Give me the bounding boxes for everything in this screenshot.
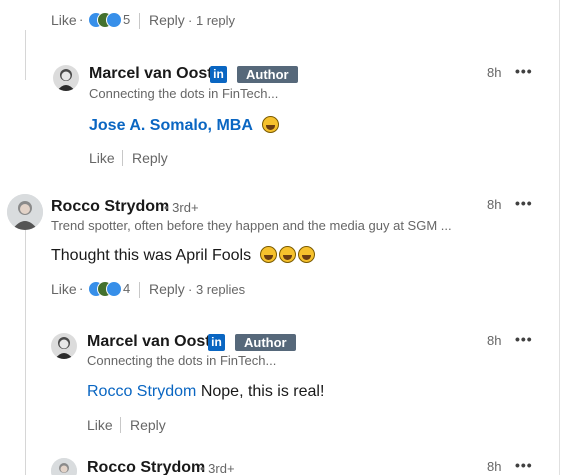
- like-button[interactable]: Like: [89, 150, 115, 166]
- separator-dot: ·: [79, 281, 84, 296]
- divider: [122, 150, 123, 166]
- linkedin-icon: in: [210, 66, 227, 83]
- reply-button[interactable]: Reply: [149, 281, 185, 297]
- thumbs-up-icon: [106, 281, 122, 297]
- reaction-count[interactable]: 4: [123, 281, 130, 296]
- connection-degree: • 3rd+: [164, 200, 199, 215]
- panel-border: [559, 0, 560, 475]
- thread-line: [25, 230, 26, 475]
- divider: [139, 13, 140, 29]
- more-options-icon[interactable]: •••: [515, 63, 533, 79]
- mention-link[interactable]: Jose A. Somalo, MBA: [89, 117, 253, 134]
- more-options-icon[interactable]: •••: [515, 195, 533, 211]
- commenter-headline: Connecting the dots in FinTech...: [89, 86, 279, 101]
- connection-degree: • 3rd+: [200, 461, 235, 475]
- divider: [120, 417, 121, 433]
- author-badge: Author: [237, 66, 298, 83]
- comment-body: Thought this was April Fools: [51, 247, 252, 264]
- comment-text: Thought this was April Fools: [51, 246, 315, 265]
- timestamp: 8h: [487, 333, 502, 348]
- like-button[interactable]: Like: [87, 417, 113, 433]
- rolling-laughing-emoji-icon: [297, 246, 315, 263]
- commenter-headline: Trend spotter, often before they happen …: [51, 218, 452, 233]
- comment-text: Jose A. Somalo, MBA: [89, 116, 280, 135]
- rolling-laughing-emoji-icon: [278, 246, 296, 263]
- reply-count-link[interactable]: · 3 replies: [188, 282, 245, 297]
- rolling-laughing-emoji-icon: [262, 116, 280, 133]
- comment-body: Nope, this is real!: [196, 383, 325, 400]
- rolling-laughing-emoji-icon: [259, 246, 277, 263]
- timestamp: 8h: [487, 197, 502, 212]
- timestamp: 8h: [487, 459, 502, 474]
- reactions-summary[interactable]: [88, 281, 122, 299]
- reply-count-link[interactable]: · 1 reply: [188, 13, 235, 28]
- avatar[interactable]: [53, 65, 79, 91]
- more-options-icon[interactable]: •••: [515, 457, 533, 473]
- reaction-count[interactable]: 5: [123, 12, 130, 27]
- like-button[interactable]: Like: [51, 281, 77, 297]
- linkedin-icon: in: [208, 334, 225, 351]
- reply-button[interactable]: Reply: [130, 417, 166, 433]
- comment-text: Rocco Strydom Nope, this is real!: [87, 383, 324, 401]
- avatar[interactable]: [7, 194, 43, 230]
- reactions-summary[interactable]: [88, 12, 122, 30]
- commenter-name[interactable]: Rocco Strydom: [51, 198, 169, 216]
- thumbs-up-icon: [106, 12, 122, 28]
- reply-button[interactable]: Reply: [149, 12, 185, 28]
- like-button[interactable]: Like: [51, 12, 77, 28]
- divider: [139, 282, 140, 298]
- commenter-name[interactable]: Rocco Strydom: [87, 459, 205, 475]
- commenter-name[interactable]: Marcel van Oost: [89, 65, 213, 83]
- avatar[interactable]: [51, 333, 77, 359]
- commenter-name[interactable]: Marcel van Oost: [87, 333, 211, 351]
- avatar[interactable]: [51, 458, 77, 475]
- separator-dot: ·: [79, 12, 84, 27]
- reply-button[interactable]: Reply: [132, 150, 168, 166]
- more-options-icon[interactable]: •••: [515, 331, 533, 347]
- commenter-headline: Connecting the dots in FinTech...: [87, 353, 277, 368]
- thread-line: [25, 30, 26, 80]
- author-badge: Author: [235, 334, 296, 351]
- mention-link[interactable]: Rocco Strydom: [87, 383, 196, 400]
- timestamp: 8h: [487, 65, 502, 80]
